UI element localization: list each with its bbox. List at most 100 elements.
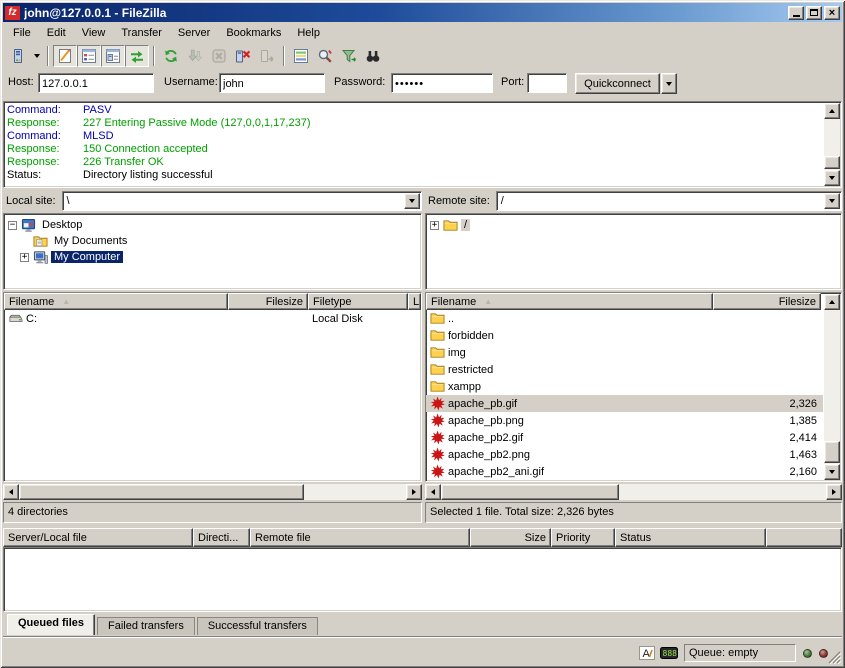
scroll-right-button[interactable] (406, 484, 422, 500)
file-row-apache-pb2-png[interactable]: apache_pb2.png1,463 (426, 446, 823, 463)
collapse-icon[interactable]: − (8, 221, 17, 230)
scroll-up-button[interactable] (824, 294, 840, 310)
file-row-forbidden[interactable]: forbidden (426, 327, 823, 344)
transfer-queue-list[interactable] (3, 547, 842, 612)
scroll-down-button[interactable] (824, 170, 840, 186)
refresh-button[interactable] (159, 45, 183, 67)
filename-text: apache_pb.gif (448, 398, 517, 410)
expand-icon[interactable]: + (20, 253, 29, 262)
scroll-left-button[interactable] (425, 484, 441, 500)
column-header-filename[interactable]: Filename▲ (4, 293, 228, 310)
log-line: Response:150 Connection accepted (7, 143, 838, 156)
column-header-filesize[interactable]: Filesize (713, 293, 821, 310)
tab-failed-transfers[interactable]: Failed transfers (97, 617, 195, 635)
queue-column-size[interactable]: Size (470, 528, 551, 547)
synchronized-browsing-button[interactable] (313, 45, 337, 67)
local-file-list[interactable]: Filename▲FilesizeFiletypeL C:Local Disk (3, 292, 422, 482)
file-row-restricted[interactable]: restricted (426, 361, 823, 378)
scrollbar-thumb[interactable] (441, 484, 619, 500)
column-header-filename[interactable]: Filename▲ (426, 293, 713, 310)
menu-bookmarks[interactable]: Bookmarks (218, 25, 289, 41)
file-row-item[interactable]: .. (426, 310, 823, 327)
disconnect-button[interactable] (231, 45, 255, 67)
remote-directory-tree[interactable]: +/ (425, 213, 842, 290)
minimize-button[interactable] (788, 6, 804, 20)
speed-limit-icon[interactable]: 888 (660, 647, 678, 659)
username-input[interactable] (219, 73, 325, 93)
tree-item-label: / (461, 219, 470, 231)
local-site-dropdown-button[interactable] (404, 193, 420, 209)
log-vertical-scrollbar[interactable] (824, 103, 840, 186)
scrollbar-thumb[interactable] (824, 156, 840, 169)
close-button[interactable]: × (824, 6, 840, 20)
column-header-filetype[interactable]: Filetype (308, 293, 408, 310)
filezilla-logo-icon[interactable]: fz (5, 6, 20, 20)
site-manager-dropdown-button[interactable] (30, 45, 43, 67)
message-log[interactable]: Command:PASVResponse:227 Entering Passiv… (3, 101, 842, 188)
file-row-c[interactable]: C:Local Disk (4, 310, 421, 327)
local-horizontal-scrollbar[interactable] (3, 484, 422, 500)
file-row-apache-pb2-gif[interactable]: apache_pb2.gif2,414 (426, 429, 823, 446)
file-row-apache-pb-gif[interactable]: apache_pb.gif2,326 (426, 395, 823, 412)
remote-site-dropdown-button[interactable] (824, 193, 840, 209)
menu-server[interactable]: Server (170, 25, 218, 41)
password-input[interactable] (391, 73, 493, 93)
queue-column-status[interactable]: Status (615, 528, 766, 547)
file-row-apache-pb2-ani-gif[interactable]: apache_pb2_ani.gif2,160 (426, 463, 823, 480)
title-bar[interactable]: fz john@127.0.0.1 - FileZilla × (3, 3, 842, 22)
cancel-button[interactable] (207, 45, 231, 67)
resize-grip-icon[interactable] (828, 651, 841, 664)
tab-queued-files[interactable]: Queued files (7, 614, 95, 635)
file-row-img[interactable]: img (426, 344, 823, 361)
scrollbar-track[interactable] (19, 484, 406, 500)
file-search-button[interactable] (361, 45, 385, 67)
menu-view[interactable]: View (74, 25, 114, 41)
column-header-filesize[interactable]: Filesize (228, 293, 308, 310)
expand-icon[interactable]: + (430, 221, 439, 230)
queue-column-priority[interactable]: Priority (551, 528, 615, 547)
site-manager-button[interactable] (6, 45, 30, 67)
quickconnect-button[interactable]: Quickconnect (575, 73, 660, 94)
port-input[interactable] (527, 73, 567, 93)
column-header-l[interactable]: L (408, 293, 421, 310)
tree-item-item[interactable]: +/ (426, 217, 841, 233)
local-directory-tree[interactable]: −DesktopMy Documents+My Computer (3, 213, 422, 290)
local-site-combobox[interactable]: \ (62, 191, 422, 211)
menu-edit[interactable]: Edit (39, 25, 74, 41)
file-row-xampp[interactable]: xampp (426, 378, 823, 395)
scroll-up-button[interactable] (824, 103, 840, 119)
scroll-left-button[interactable] (3, 484, 19, 500)
local-tree-button[interactable] (77, 45, 101, 67)
scroll-down-button[interactable] (824, 464, 840, 480)
scroll-right-button[interactable] (826, 484, 842, 500)
tree-item-my-documents[interactable]: My Documents (4, 233, 421, 249)
menu-transfer[interactable]: Transfer (113, 25, 170, 41)
remote-horizontal-scrollbar[interactable] (425, 484, 842, 500)
host-input[interactable] (38, 73, 154, 93)
menu-file[interactable]: File (5, 25, 39, 41)
queue-column-directi[interactable]: Directi... (193, 528, 250, 547)
remote-vertical-scrollbar[interactable] (824, 294, 840, 480)
process-queue-button[interactable] (183, 45, 207, 67)
directory-comparison-button[interactable] (289, 45, 313, 67)
tree-item-desktop[interactable]: −Desktop (4, 217, 421, 233)
scrollbar-thumb[interactable] (824, 441, 840, 463)
maximize-button[interactable] (806, 6, 822, 20)
message-log-button[interactable] (53, 45, 77, 67)
scrollbar-track[interactable] (441, 484, 826, 500)
remote-file-list[interactable]: Filename▲Filesize ..forbiddenimgrestrict… (425, 292, 842, 482)
tree-item-my-computer[interactable]: +My Computer (4, 249, 421, 265)
remote-site-combobox[interactable]: / (496, 191, 842, 211)
reconnect-button[interactable] (255, 45, 279, 67)
tab-successful-transfers[interactable]: Successful transfers (197, 617, 318, 635)
scrollbar-thumb[interactable] (19, 484, 304, 500)
queue-column-server-local-file[interactable]: Server/Local file (3, 528, 193, 547)
transfer-queue-button[interactable] (125, 45, 149, 67)
remote-tree-button[interactable] (101, 45, 125, 67)
queue-column-remote-file[interactable]: Remote file (250, 528, 470, 547)
file-row-apache-pb-png[interactable]: apache_pb.png1,385 (426, 412, 823, 429)
menu-help[interactable]: Help (289, 25, 328, 41)
directory-filter-button[interactable] (337, 45, 361, 67)
ascii-data-type-icon[interactable]: A (639, 646, 655, 660)
quickconnect-dropdown-button[interactable] (661, 73, 677, 94)
